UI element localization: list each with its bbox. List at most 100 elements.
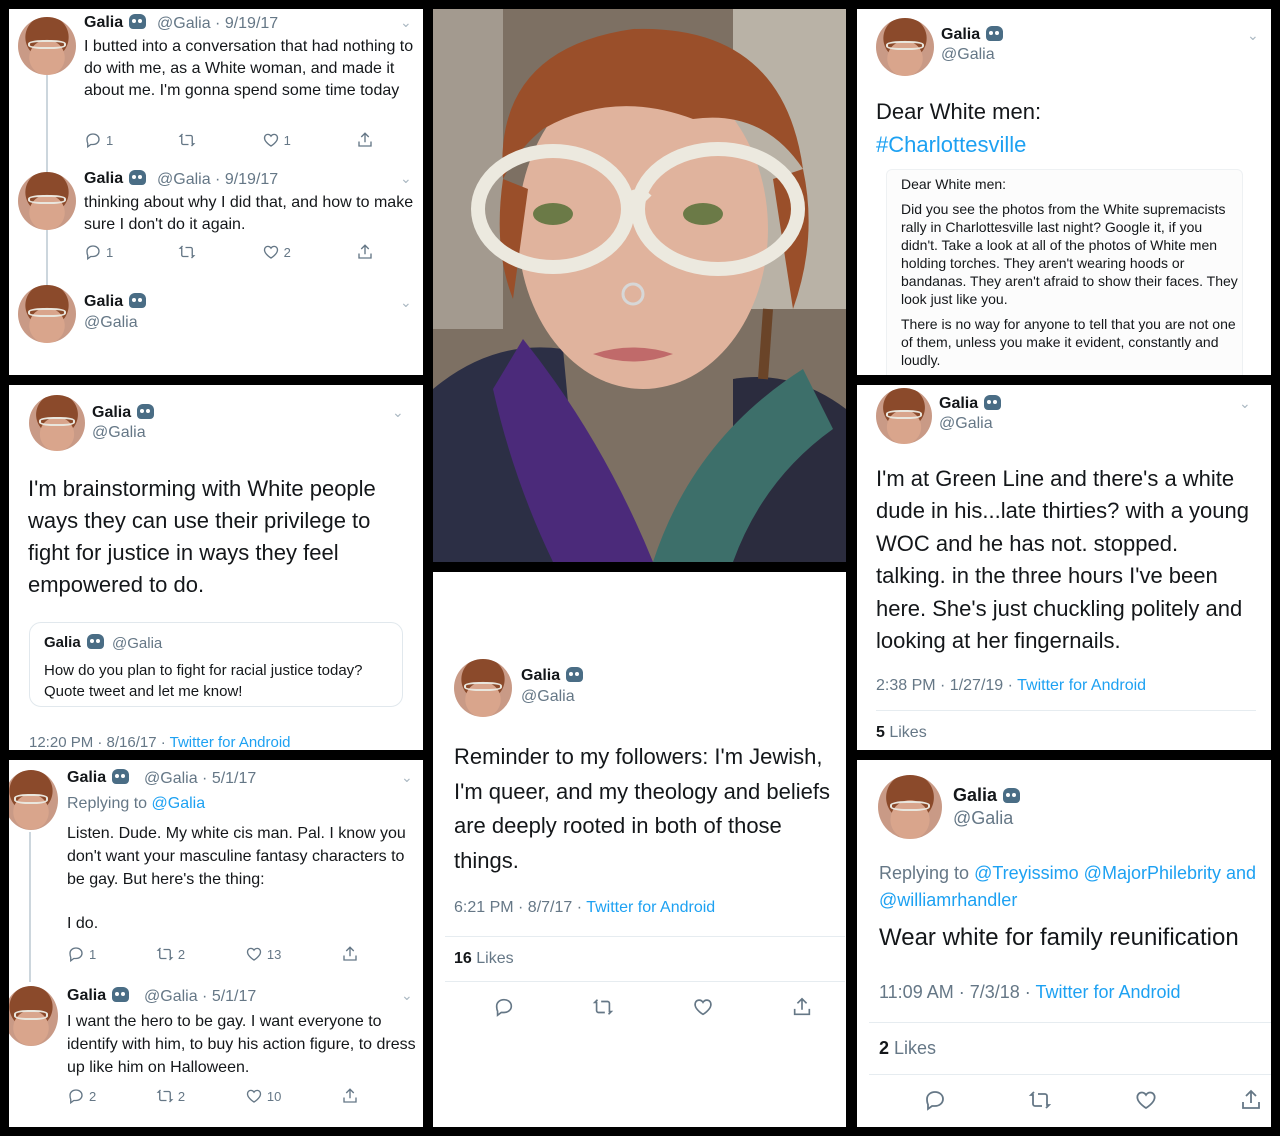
retweet-icon bbox=[178, 243, 196, 261]
avatar[interactable] bbox=[454, 659, 512, 717]
share-button[interactable] bbox=[356, 243, 374, 261]
tweet-thread-panel-5: Galia @Galia · 5/1/17 ⌄ Replying to @Gal… bbox=[9, 760, 423, 1127]
tweet-text-2: I do. bbox=[67, 915, 99, 932]
retweet-button[interactable] bbox=[1028, 1088, 1052, 1112]
reply-button[interactable]: 1 bbox=[67, 945, 96, 963]
verified-badge bbox=[129, 170, 147, 185]
avatar[interactable] bbox=[29, 395, 85, 451]
handle[interactable]: @Galia bbox=[521, 688, 575, 706]
handle[interactable]: @Galia bbox=[939, 415, 993, 433]
likes-count: 5 bbox=[876, 724, 885, 741]
display-name[interactable]: Galia bbox=[941, 26, 1004, 44]
handle-date[interactable]: @Galia · 5/1/17 bbox=[144, 988, 256, 1006]
reply-count: 2 bbox=[89, 1088, 97, 1104]
handle[interactable]: @Galia bbox=[941, 46, 995, 64]
like-count: 13 bbox=[266, 946, 282, 962]
reply-button[interactable] bbox=[923, 1088, 947, 1112]
chevron-down-icon[interactable]: ⌄ bbox=[401, 987, 413, 1004]
likes-count: 2 bbox=[879, 1038, 890, 1058]
retweet-icon bbox=[1028, 1088, 1052, 1112]
chevron-down-icon[interactable]: ⌄ bbox=[1247, 27, 1259, 44]
avatar[interactable] bbox=[9, 770, 58, 830]
replying-handles-link[interactable]: @Treyissimo @MajorPhilebrity and bbox=[974, 863, 1256, 883]
handle-date[interactable]: @Galia · 9/19/17 bbox=[157, 15, 278, 33]
like-button[interactable] bbox=[1134, 1088, 1158, 1112]
retweet-button[interactable]: 2 bbox=[156, 945, 185, 963]
selfie-photo bbox=[433, 9, 846, 562]
chevron-down-icon[interactable]: ⌄ bbox=[1239, 395, 1251, 412]
source-link[interactable]: Twitter for Android bbox=[170, 734, 291, 750]
handle[interactable]: @Galia bbox=[92, 424, 146, 442]
portrait-image bbox=[433, 9, 846, 562]
handle[interactable]: @Galia bbox=[84, 314, 138, 332]
replying-handle-link-2[interactable]: @williamrhandler bbox=[879, 890, 1017, 911]
name-text: Galia bbox=[67, 987, 107, 1004]
replying-handle-link[interactable]: @Galia bbox=[152, 795, 206, 812]
reply-button[interactable]: 2 bbox=[67, 1087, 96, 1105]
handle-date[interactable]: @Galia · 9/19/17 bbox=[157, 171, 278, 189]
retweet-icon bbox=[156, 945, 174, 963]
reply-button[interactable]: 1 bbox=[84, 243, 113, 261]
source-link[interactable]: Twitter for Android bbox=[1017, 677, 1146, 694]
display-name[interactable]: Galia bbox=[92, 404, 155, 422]
share-icon bbox=[341, 1087, 359, 1105]
retweet-button[interactable] bbox=[178, 243, 196, 261]
source-link[interactable]: Twitter for Android bbox=[1035, 982, 1180, 1002]
chevron-down-icon[interactable]: ⌄ bbox=[392, 404, 404, 421]
display-name[interactable]: Galia bbox=[521, 667, 584, 685]
like-button[interactable]: 1 bbox=[262, 131, 291, 149]
share-icon bbox=[341, 945, 359, 963]
like-button[interactable] bbox=[692, 996, 714, 1018]
display-name[interactable]: Galia bbox=[67, 769, 130, 787]
share-button[interactable] bbox=[791, 996, 813, 1018]
display-name[interactable]: Galia bbox=[84, 293, 147, 311]
like-button[interactable]: 2 bbox=[262, 243, 291, 261]
avatar[interactable] bbox=[9, 986, 58, 1046]
display-name[interactable]: Galia bbox=[84, 170, 147, 188]
likes-stat[interactable]: 5 Likes bbox=[876, 724, 927, 742]
chevron-down-icon[interactable]: ⌄ bbox=[400, 170, 412, 187]
avatar[interactable] bbox=[18, 17, 76, 75]
avatar[interactable] bbox=[876, 18, 934, 76]
avatar[interactable] bbox=[878, 775, 942, 839]
display-name[interactable]: Galia bbox=[953, 785, 1021, 806]
retweet-button[interactable] bbox=[178, 131, 196, 149]
divider bbox=[876, 710, 1256, 711]
handle[interactable]: @Galia bbox=[953, 808, 1013, 829]
chevron-down-icon[interactable]: ⌄ bbox=[401, 769, 413, 786]
share-button[interactable] bbox=[341, 945, 359, 963]
avatar[interactable] bbox=[876, 388, 932, 444]
reply-button[interactable] bbox=[493, 996, 515, 1018]
reply-count: 1 bbox=[106, 244, 114, 260]
verified-badge bbox=[129, 293, 147, 308]
quoted-tweet[interactable]: Galia @Galia How do you plan to fight fo… bbox=[29, 622, 403, 707]
likes-stat[interactable]: 2 Likes bbox=[879, 1038, 936, 1059]
share-button[interactable] bbox=[1239, 1088, 1263, 1112]
hashtag-link[interactable]: #Charlottesville bbox=[876, 132, 1026, 158]
chevron-down-icon[interactable]: ⌄ bbox=[400, 14, 412, 31]
reply-button[interactable]: 1 bbox=[84, 131, 113, 149]
image-title: Dear White men: bbox=[901, 176, 1007, 192]
display-name[interactable]: Galia bbox=[67, 987, 130, 1005]
share-button[interactable] bbox=[356, 131, 374, 149]
likes-stat[interactable]: 16 Likes bbox=[454, 950, 514, 968]
tweet-actions: 1 2 13 bbox=[67, 945, 359, 963]
avatar[interactable] bbox=[18, 172, 76, 230]
attached-image[interactable]: Dear White men: Did you see the photos f… bbox=[886, 169, 1243, 375]
like-button[interactable]: 10 bbox=[245, 1087, 281, 1105]
name-text: Galia bbox=[941, 26, 981, 43]
handle-date[interactable]: @Galia · 5/1/17 bbox=[144, 770, 256, 788]
display-name[interactable]: Galia bbox=[84, 14, 147, 32]
name-text: Galia bbox=[521, 667, 561, 684]
avatar[interactable] bbox=[18, 285, 76, 343]
share-button[interactable] bbox=[341, 1087, 359, 1105]
retweet-button[interactable]: 2 bbox=[156, 1087, 185, 1105]
display-name[interactable]: Galia bbox=[939, 395, 1002, 413]
like-button[interactable]: 13 bbox=[245, 945, 281, 963]
reply-icon bbox=[84, 243, 102, 261]
image-paragraph-1: Did you see the photos from the White su… bbox=[901, 201, 1238, 307]
chevron-down-icon[interactable]: ⌄ bbox=[400, 294, 412, 311]
retweet-button[interactable] bbox=[592, 996, 614, 1018]
source-link[interactable]: Twitter for Android bbox=[586, 899, 715, 916]
tweet-actions: 2 2 10 bbox=[67, 1087, 359, 1105]
